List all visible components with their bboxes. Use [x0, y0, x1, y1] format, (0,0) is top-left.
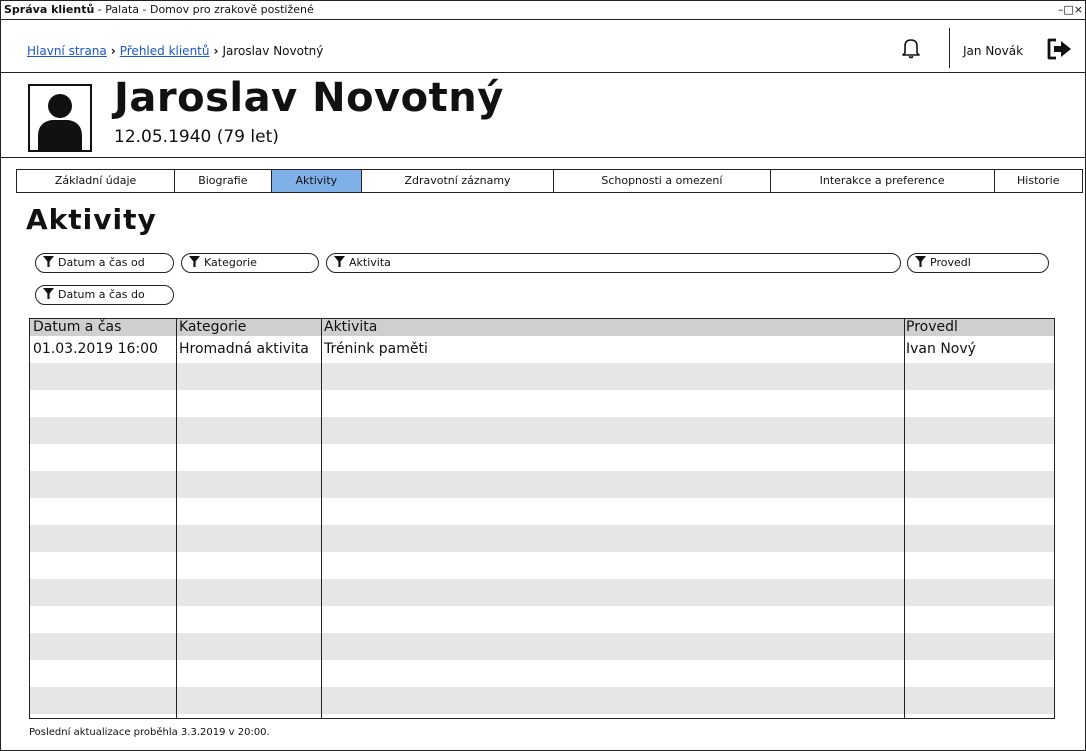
table-row-empty [30, 660, 1054, 687]
bell-icon[interactable] [899, 36, 923, 60]
table-row-empty [30, 390, 1054, 417]
tab-basic-info[interactable]: Základní údaje [17, 170, 176, 192]
window-controls[interactable]: –□× [1058, 1, 1083, 19]
filter-icon [43, 288, 54, 299]
table-row-empty [30, 687, 1054, 714]
client-name: Jaroslav Novotný [114, 75, 504, 121]
column-divider [176, 319, 177, 718]
tab-biography[interactable]: Biografie [175, 170, 272, 192]
tab-activities[interactable]: Aktivity [271, 170, 363, 192]
table-row-empty [30, 498, 1054, 525]
table-row-empty [30, 525, 1054, 552]
table-row-empty [30, 444, 1054, 471]
breadcrumb-separator: › [213, 44, 219, 58]
filter-icon [43, 256, 54, 267]
table-row-empty [30, 579, 1054, 606]
breadcrumb-clients-link[interactable]: Přehled klientů [120, 44, 210, 58]
filter-activity[interactable]: Aktivita [326, 253, 901, 273]
table-row-empty [30, 471, 1054, 498]
cell-activity: Trénink paměti [324, 341, 428, 357]
tab-interactions[interactable]: Interakce a preference [771, 170, 995, 192]
breadcrumb-separator: › [110, 44, 116, 58]
tab-history[interactable]: Historie [995, 170, 1083, 192]
table-row-empty [30, 417, 1054, 444]
table-row-empty [30, 552, 1054, 579]
last-update-note: Poslední aktualizace proběhla 3.3.2019 v… [29, 727, 270, 738]
app-header: Hlavní strana › Přehled klientů › Jaroslav N… [1, 20, 1085, 73]
column-header-activity[interactable]: Aktivita [324, 319, 377, 336]
breadcrumb-home-link[interactable]: Hlavní strana [27, 44, 107, 58]
client-avatar [28, 84, 92, 152]
column-divider [321, 319, 322, 718]
breadcrumb: Hlavní strana › Přehled klientů › Jaroslav N… [27, 44, 323, 58]
column-header-datetime[interactable]: Datum a čas [33, 319, 121, 336]
column-header-category[interactable]: Kategorie [179, 319, 246, 336]
app-window: Správa klientů - Palata - Domov pro zrak… [0, 0, 1086, 751]
user-name: Jan Novák [963, 44, 1024, 58]
title-bar: Správa klientů - Palata - Domov pro zrak… [1, 1, 1085, 20]
breadcrumb-current: Jaroslav Novotný [222, 44, 324, 58]
user-silhouette-icon [38, 94, 82, 150]
cell-performed-by: Ivan Nový [906, 341, 976, 357]
filter-icon [334, 256, 345, 267]
filter-date-from[interactable]: Datum a čas od [35, 253, 174, 273]
cell-datetime: 01.03.2019 16:00 [33, 341, 158, 357]
tab-abilities[interactable]: Schopnosti a omezení [554, 170, 771, 192]
table-row[interactable]: 01.03.2019 16:00 Hromadná aktivita Tréni… [30, 336, 1054, 363]
filter-performed-by[interactable]: Provedl [907, 253, 1049, 273]
filter-icon [189, 256, 200, 267]
activities-table: Datum a čas Kategorie Aktivita Provedl 0… [29, 318, 1055, 719]
table-row-empty [30, 363, 1054, 390]
column-divider [904, 319, 905, 718]
filter-icon [915, 256, 926, 267]
divider [1, 157, 1085, 158]
table-header-row: Datum a čas Kategorie Aktivita Provedl [30, 319, 1054, 336]
filter-date-to[interactable]: Datum a čas do [35, 285, 174, 305]
section-title: Aktivity [26, 203, 157, 236]
cell-category: Hromadná aktivita [179, 341, 309, 357]
table-row-empty [30, 633, 1054, 660]
logout-icon[interactable] [1046, 37, 1074, 61]
window-title: Správa klientů - Palata - Domov pro zrak… [4, 3, 314, 16]
table-row-empty [30, 606, 1054, 633]
tab-bar: Základní údaje Biografie Aktivity Zdravo… [16, 169, 1083, 193]
client-birthdate: 12.05.1940 (79 let) [114, 127, 279, 147]
tab-health-records[interactable]: Zdravotní záznamy [362, 170, 554, 192]
header-divider [949, 28, 950, 68]
column-header-performed-by[interactable]: Provedl [906, 319, 958, 336]
filter-category[interactable]: Kategorie [181, 253, 319, 273]
